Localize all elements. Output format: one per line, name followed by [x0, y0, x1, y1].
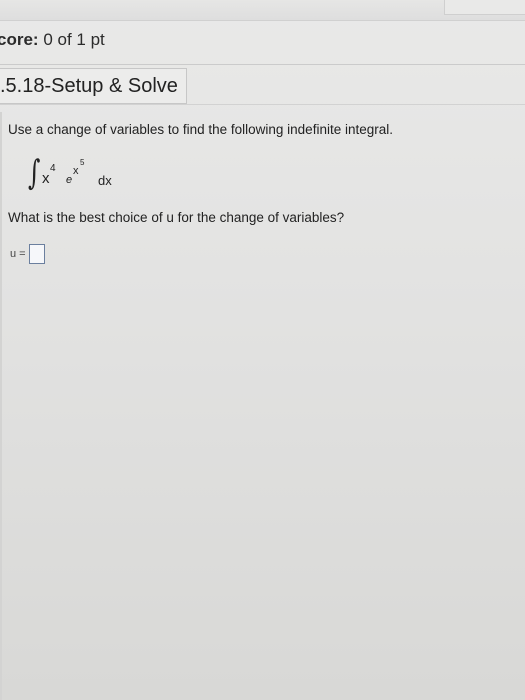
answer-row: u = — [10, 244, 45, 264]
score-value: 0 of 1 pt — [43, 30, 105, 49]
exponential-power-base: x — [73, 165, 79, 177]
exponential-base: e — [66, 174, 73, 186]
top-tab-edge — [444, 0, 525, 15]
top-bar — [0, 0, 525, 21]
question-panel-edge — [0, 112, 2, 700]
problem-instruction: Use a change of variables to find the fo… — [8, 122, 393, 137]
question-text: What is the best choice of u for the cha… — [8, 210, 345, 225]
differential: dx — [98, 173, 112, 188]
answer-label: u = — [10, 248, 26, 260]
score-divider — [0, 64, 525, 65]
integral-sign: ∫ — [28, 153, 41, 193]
integral-expression: ∫ x 4 e x 5 dx — [28, 156, 138, 196]
score-label: core: — [0, 30, 39, 49]
exponential-power-exponent: 5 — [80, 158, 85, 167]
u-answer-input[interactable] — [28, 244, 45, 264]
integrand-base: x — [42, 170, 50, 187]
integrand-base-exponent: 4 — [50, 163, 56, 174]
title-divider — [0, 104, 525, 105]
score-display: core: 0 of 1 pt — [0, 30, 105, 50]
problem-title: .5.18-Setup & Solve — [0, 68, 187, 104]
